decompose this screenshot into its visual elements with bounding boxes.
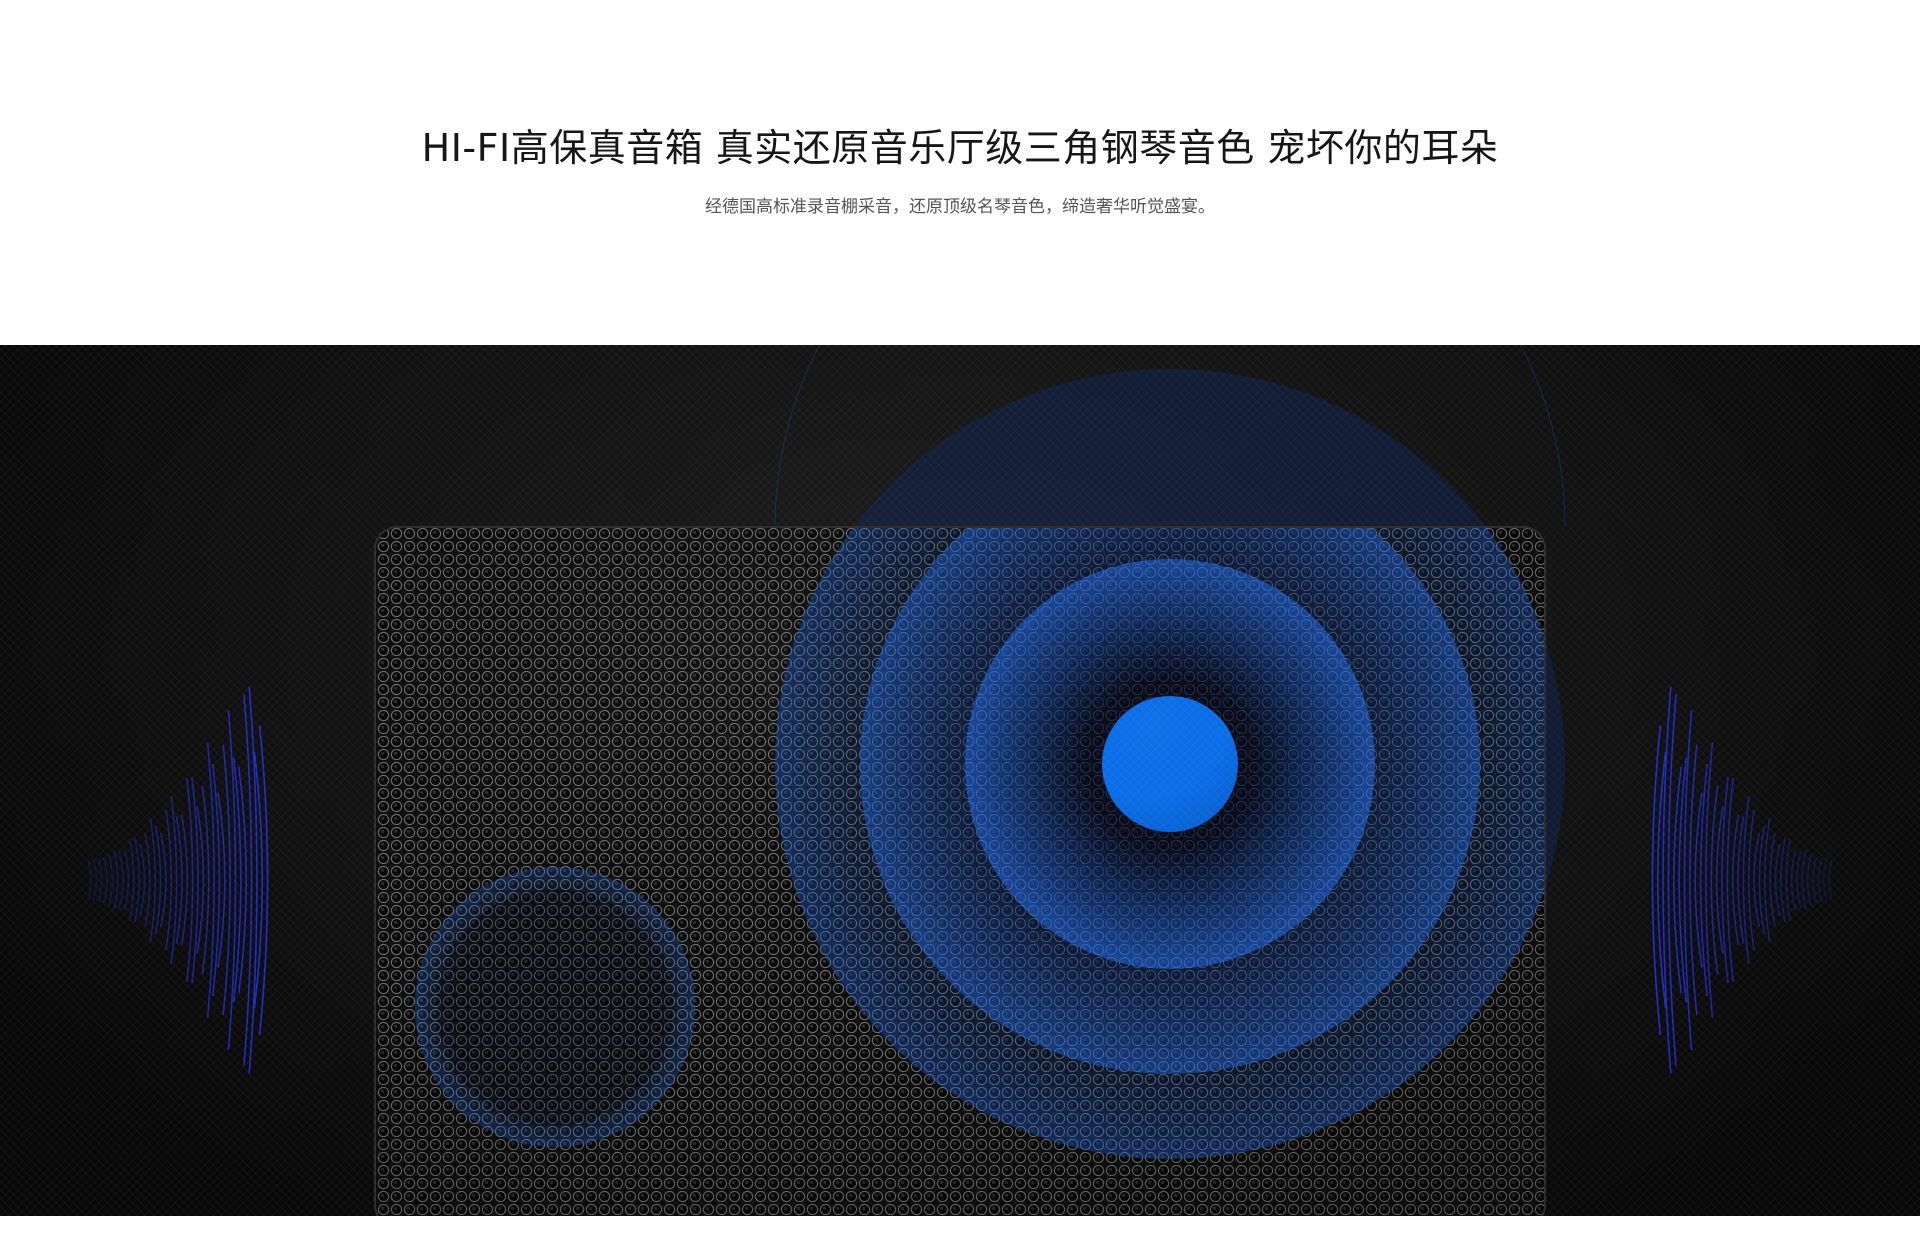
speaker-showcase bbox=[0, 345, 1920, 1216]
hero-headline: HI-FI高保真音箱 真实还原音乐厅级三角钢琴音色 宠坏你的耳朵 bbox=[421, 126, 1499, 170]
hero-subline: 经德国高标准录音棚采音，还原顶级名琴音色，缔造奢华听觉盛宴。 bbox=[705, 197, 1215, 217]
texture-background bbox=[0, 345, 1920, 1216]
footer-strip bbox=[0, 1216, 1920, 1234]
hero-header: HI-FI高保真音箱 真实还原音乐厅级三角钢琴音色 宠坏你的耳朵 经德国高标准录… bbox=[0, 0, 1920, 345]
